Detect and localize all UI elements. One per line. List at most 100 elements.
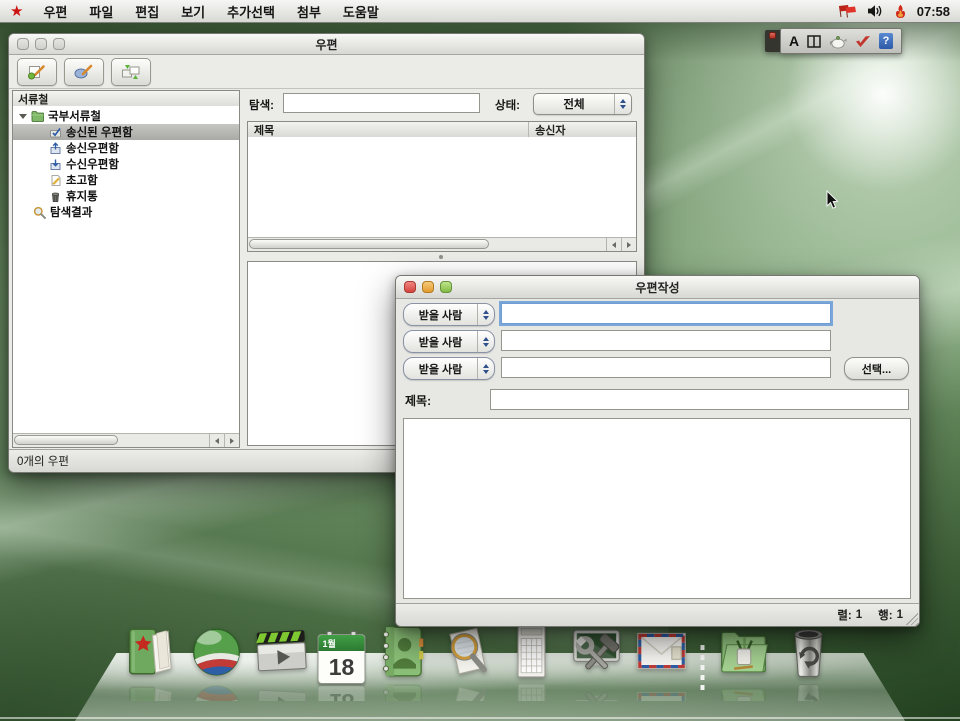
stepper-icon[interactable] bbox=[477, 304, 494, 325]
tree-item-label: 국부서류철 bbox=[48, 108, 101, 124]
dock-trash[interactable] bbox=[780, 622, 838, 701]
stepper-icon[interactable] bbox=[614, 94, 631, 114]
flag-icon[interactable] bbox=[837, 4, 857, 18]
dock-file-search[interactable] bbox=[438, 622, 496, 701]
edit-mail-button[interactable] bbox=[64, 58, 104, 86]
tree-item-trash[interactable]: 휴지통 bbox=[13, 188, 239, 204]
drafts-icon bbox=[49, 174, 62, 187]
dock-separator bbox=[701, 645, 705, 693]
message-list-body[interactable] bbox=[248, 137, 636, 238]
menu-file[interactable]: 파일 bbox=[78, 0, 124, 22]
message-list-header: 제목 송신자 bbox=[248, 122, 636, 138]
expander-icon[interactable] bbox=[19, 114, 27, 119]
close-button[interactable] bbox=[404, 281, 416, 293]
recipient-type-select-2[interactable]: 받을 사람 bbox=[403, 330, 495, 353]
menu-view[interactable]: 보기 bbox=[170, 0, 216, 22]
minimize-button[interactable] bbox=[422, 281, 434, 293]
calendar-month: 1월 bbox=[323, 637, 336, 650]
dock-media-player[interactable] bbox=[253, 622, 311, 701]
menu-mail[interactable]: 우편 bbox=[32, 0, 78, 22]
menu-edit[interactable]: 편집 bbox=[124, 0, 170, 22]
scrollbar-thumb[interactable] bbox=[14, 435, 118, 445]
column-sender[interactable]: 송신자 bbox=[529, 122, 636, 137]
column-subject[interactable]: 제목 bbox=[248, 122, 529, 137]
zoom-button[interactable] bbox=[53, 38, 65, 50]
split-view-icon[interactable] bbox=[807, 35, 821, 48]
compose-status-bar: 렬: 1 행: 1 bbox=[396, 603, 919, 626]
status-label: 상태: bbox=[495, 97, 520, 113]
tree-item-inbox[interactable]: 수신우편함 bbox=[13, 156, 239, 172]
red-star-book-icon bbox=[123, 622, 181, 680]
send-receive-button[interactable] bbox=[111, 58, 151, 86]
calendar-day: 18 bbox=[319, 651, 365, 683]
help-icon[interactable]: ? bbox=[879, 33, 893, 49]
tree-item-outbox[interactable]: 송신우편함 bbox=[13, 140, 239, 156]
stepper-icon[interactable] bbox=[477, 331, 494, 352]
resize-grip[interactable] bbox=[906, 613, 918, 625]
calculator-icon bbox=[503, 622, 561, 680]
filter-row: 탐색: 상태: 전체 bbox=[247, 92, 637, 116]
splitter-handle[interactable] bbox=[439, 255, 443, 259]
menu-help[interactable]: 도움말 bbox=[332, 0, 390, 22]
dock-utilities-folder[interactable] bbox=[715, 622, 773, 701]
recipient-type-select-3[interactable]: 받을 사람 bbox=[403, 357, 495, 380]
recipient-type-label: 받을 사람 bbox=[404, 307, 477, 323]
line-value: 1 bbox=[897, 609, 903, 621]
dock-mail[interactable] bbox=[633, 622, 691, 701]
dock-calendar[interactable]: 1월 18 1월 18 bbox=[318, 634, 366, 701]
zoom-button[interactable] bbox=[440, 281, 452, 293]
recipient-type-select-1[interactable]: 받을 사람 bbox=[403, 303, 495, 326]
subject-label: 제목: bbox=[405, 392, 431, 409]
subject-input[interactable] bbox=[490, 389, 909, 410]
edit-mail-icon bbox=[74, 64, 94, 80]
select-contact-button[interactable]: 선택... bbox=[844, 357, 909, 380]
compose-icon bbox=[27, 64, 47, 80]
stepper-icon[interactable] bbox=[477, 358, 494, 379]
clock[interactable]: 07:58 bbox=[917, 4, 950, 19]
scroll-right-button[interactable] bbox=[621, 238, 636, 251]
search-input[interactable] bbox=[283, 93, 480, 113]
close-dot-icon[interactable] bbox=[769, 32, 776, 39]
dock-web-browser[interactable] bbox=[188, 622, 246, 701]
utilities-folder-icon bbox=[715, 622, 773, 680]
tree-item-sent-mailbox[interactable]: 송신된 우편함 bbox=[13, 124, 239, 140]
tree-item-drafts[interactable]: 초고함 bbox=[13, 172, 239, 188]
close-button[interactable] bbox=[17, 38, 29, 50]
menu-attach[interactable]: 첨부 bbox=[286, 0, 332, 22]
tree-item-local-folders[interactable]: 국부서류철 bbox=[13, 108, 239, 124]
scroll-right-button[interactable] bbox=[224, 434, 239, 447]
send-receive-icon bbox=[121, 64, 141, 80]
minimize-button[interactable] bbox=[35, 38, 47, 50]
compose-titlebar[interactable]: 우편작성 bbox=[396, 276, 919, 299]
recipient-input-3[interactable] bbox=[501, 357, 831, 378]
dock-address-book[interactable] bbox=[373, 622, 431, 701]
tree-item-search-results[interactable]: 탐색결과 bbox=[13, 204, 239, 220]
tree-item-label: 휴지통 bbox=[66, 188, 98, 204]
dock-calculator[interactable] bbox=[503, 622, 561, 701]
sidebar-horizontal-scrollbar[interactable] bbox=[13, 433, 239, 447]
teapot-icon[interactable] bbox=[829, 34, 847, 49]
dock-system-tools[interactable] bbox=[568, 622, 626, 701]
search-icon bbox=[33, 206, 46, 219]
red-star-icon[interactable]: ★ bbox=[10, 4, 23, 19]
message-body-input[interactable] bbox=[403, 418, 911, 599]
font-icon[interactable]: A bbox=[789, 33, 799, 49]
status-dropdown[interactable]: 전체 bbox=[533, 93, 632, 115]
scroll-left-button[interactable] bbox=[606, 238, 621, 251]
flame-icon[interactable] bbox=[894, 4, 907, 19]
recipient-input-1[interactable] bbox=[501, 303, 831, 324]
sidebar-header: 서류철 bbox=[13, 91, 239, 107]
widget-handle[interactable] bbox=[765, 30, 780, 52]
compose-mail-button[interactable] bbox=[17, 58, 57, 86]
mail-window-titlebar[interactable]: 우편 bbox=[9, 34, 644, 55]
dock-documents-viewer[interactable] bbox=[123, 622, 181, 701]
recipient-input-2[interactable] bbox=[501, 330, 831, 351]
menu-extra[interactable]: 추가선택 bbox=[216, 0, 286, 22]
mouse-cursor bbox=[826, 190, 838, 209]
scrollbar-thumb[interactable] bbox=[249, 239, 489, 249]
check-icon[interactable] bbox=[855, 35, 871, 48]
outbox-icon bbox=[49, 142, 62, 155]
volume-icon[interactable] bbox=[867, 4, 884, 18]
list-horizontal-scrollbar[interactable] bbox=[248, 237, 636, 251]
scroll-left-button[interactable] bbox=[209, 434, 224, 447]
